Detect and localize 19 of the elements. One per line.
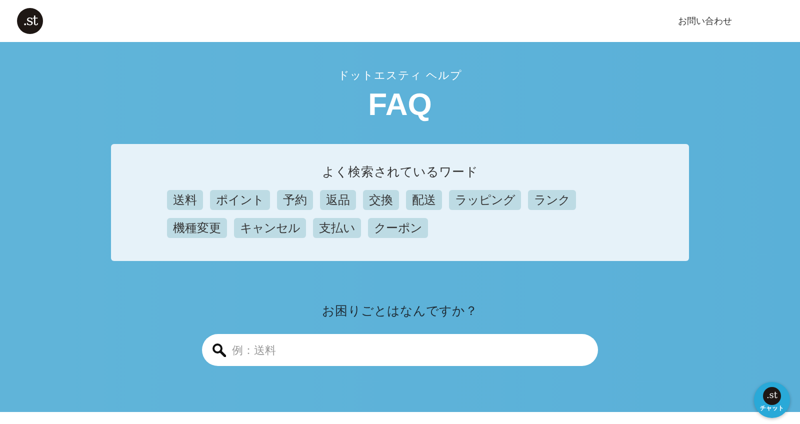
card-title: よく検索されているワード xyxy=(322,164,478,181)
search-field[interactable]: 例：送料 xyxy=(202,334,598,366)
keyword-tag[interactable]: ラッピング xyxy=(449,190,521,210)
keyword-tag[interactable]: キャンセル xyxy=(234,218,306,238)
keyword-tag[interactable]: 返品 xyxy=(320,190,356,210)
keyword-tag[interactable]: 機種変更 xyxy=(167,218,227,238)
keyword-tag[interactable]: 支払い xyxy=(313,218,361,238)
search-question: お困りごとはなんですか？ xyxy=(322,303,478,320)
keyword-tag[interactable]: 交換 xyxy=(363,190,399,210)
hero-title: FAQ xyxy=(368,88,432,122)
keyword-tag[interactable]: ランク xyxy=(528,190,576,210)
hero-subtitle: ドットエスティ ヘルプ xyxy=(338,68,462,83)
keyword-tag[interactable]: クーポン xyxy=(368,218,428,238)
keyword-tag[interactable]: 送料 xyxy=(167,190,203,210)
contact-link[interactable]: お問い合わせ xyxy=(678,14,732,28)
keyword-tag[interactable]: 予約 xyxy=(277,190,313,210)
keyword-tag[interactable]: 配送 xyxy=(406,190,442,210)
keyword-tag[interactable]: ポイント xyxy=(210,190,270,210)
logo[interactable]: .st xyxy=(17,8,43,34)
